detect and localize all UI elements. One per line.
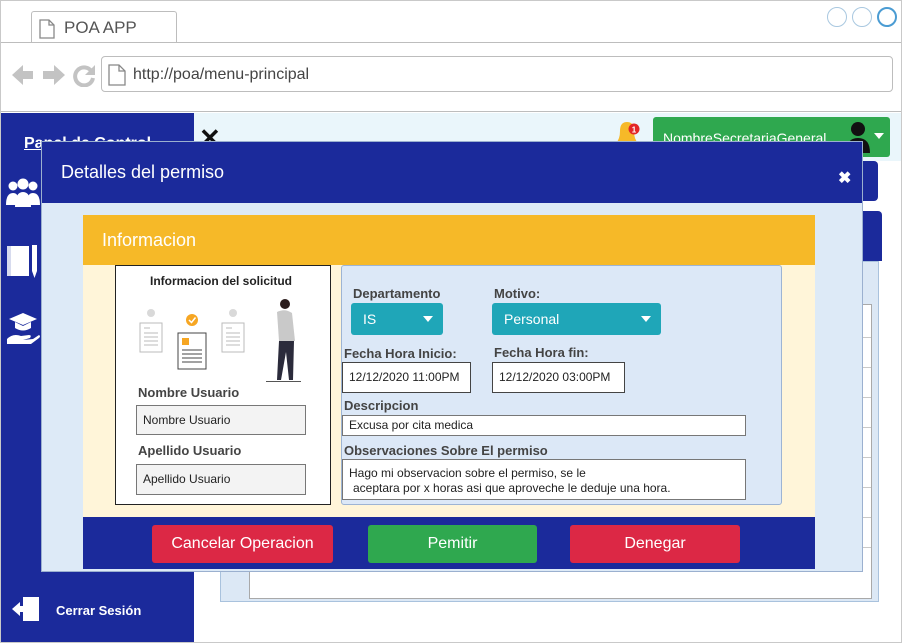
requester-title: Informacion del solicitud — [149, 274, 292, 288]
details-panel: Departamento IS Motivo: Personal Fecha H… — [341, 265, 782, 505]
forward-arrow-icon[interactable] — [43, 65, 65, 85]
first-name-label: Nombre Usuario — [138, 385, 240, 400]
modal-close-icon[interactable]: ✖ — [838, 168, 851, 188]
department-value: IS — [363, 311, 377, 327]
tab-title: POA APP — [64, 18, 137, 37]
department-label: Departamento — [353, 286, 441, 301]
notification-count: 1 — [632, 126, 637, 135]
chrome-divider — [1, 111, 901, 112]
observations-label: Observaciones Sobre El permiso — [344, 443, 548, 458]
document-icon — [39, 19, 55, 39]
reason-select[interactable]: Personal — [492, 303, 661, 335]
users-icon[interactable] — [5, 177, 41, 209]
modal-header: Detalles del permiso ✖ — [42, 142, 862, 203]
logout-label[interactable]: Cerrar Sesión — [56, 603, 141, 618]
start-datetime-label: Fecha Hora Inicio: — [344, 346, 457, 361]
background-section-bar — [861, 211, 882, 261]
tab-strip-divider — [1, 42, 901, 43]
logout-icon[interactable] — [11, 595, 41, 623]
observations-line-2: aceptara por x horas asi que aproveche l… — [353, 481, 671, 495]
cancel-operation-button[interactable]: Cancelar Operacion — [152, 525, 333, 563]
chevron-down-icon — [641, 316, 651, 322]
observations-field[interactable]: Hago mi observacion sobre el permiso, se… — [342, 459, 746, 500]
start-datetime-field[interactable]: 12/12/2020 11:00PM — [342, 362, 471, 393]
last-name-field[interactable]: Apellido Usuario — [136, 464, 306, 495]
request-illustration — [139, 299, 301, 382]
reason-label: Motivo: — [494, 286, 541, 301]
permit-button[interactable]: Pemitir — [368, 525, 537, 563]
description-field[interactable]: Excusa por cita medica — [342, 415, 746, 436]
chevron-down-icon — [423, 316, 433, 322]
deny-button[interactable]: Denegar — [570, 525, 740, 563]
section-title: Informacion — [102, 230, 197, 250]
browser-tab[interactable]: POA APP — [31, 11, 177, 43]
maximize-button[interactable] — [852, 7, 872, 27]
notebook-icon[interactable] — [5, 243, 41, 281]
information-card: Informacion Informacion del solicitud No… — [83, 215, 815, 569]
close-window-button[interactable] — [877, 7, 897, 27]
card-header: Informacion — [83, 215, 815, 265]
observations-line-1: Hago mi observacion sobre el permiso, se… — [349, 466, 586, 480]
description-label: Descripcion — [344, 398, 419, 413]
reason-value: Personal — [504, 311, 560, 327]
minimize-button[interactable] — [827, 7, 847, 27]
navigation-buttons — [11, 63, 97, 92]
reload-icon[interactable] — [73, 65, 95, 88]
last-name-label: Apellido Usuario — [138, 443, 242, 458]
modal-footer: Cancelar Operacion Pemitir Denegar — [83, 517, 815, 569]
back-arrow-icon[interactable] — [12, 65, 33, 85]
department-select[interactable]: IS — [351, 303, 443, 335]
requester-panel: Informacion del solicitud Nombre Usuario… — [115, 265, 331, 505]
browser-window: POA APP http://poa/menu-principal ✕ 1 No… — [0, 0, 902, 643]
end-datetime-field[interactable]: 12/12/2020 03:00PM — [492, 362, 625, 393]
url-text: http://poa/menu-principal — [133, 66, 310, 83]
page-icon — [108, 64, 126, 86]
permission-details-modal: Detalles del permiso ✖ Informacion Infor… — [41, 141, 863, 572]
modal-title: Detalles del permiso — [61, 162, 225, 182]
background-header-bar — [861, 161, 878, 201]
address-bar[interactable]: http://poa/menu-principal — [101, 56, 893, 92]
end-datetime-label: Fecha Hora fin: — [494, 345, 589, 360]
graduation-cap-icon[interactable] — [5, 309, 41, 345]
first-name-field[interactable]: Nombre Usuario — [136, 405, 306, 435]
chevron-down-icon — [874, 133, 884, 139]
